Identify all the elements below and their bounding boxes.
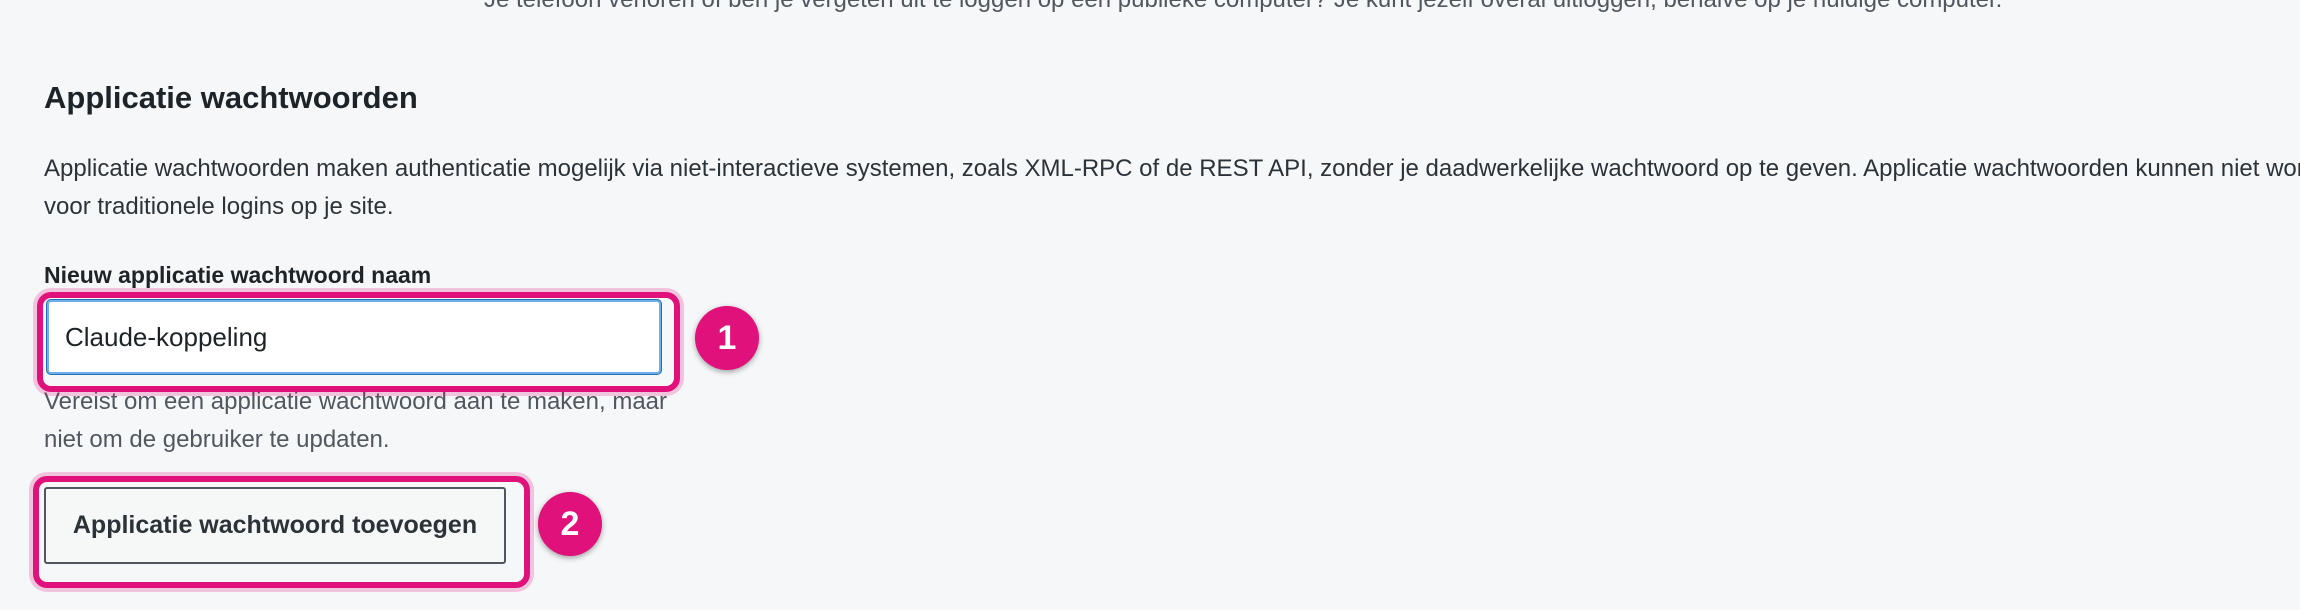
section-description: Applicatie wachtwoorden maken authentica… [44,155,2300,220]
step-marker-2: 2 [538,492,602,556]
new-app-password-name-input[interactable] [47,300,661,374]
sessions-note: Je telefoon verloren of ben je vergeten … [484,0,2002,14]
new-app-password-name-label: Nieuw applicatie wachtwoord naam [44,262,432,288]
step-marker-1: 1 [695,306,759,370]
input-help-text: Vereist om een applicatie wachtwoord aan… [44,388,668,453]
application-passwords-page: Je telefoon verloren of ben je vergeten … [0,0,2300,610]
add-application-password-button[interactable]: Applicatie wachtwoord toevoegen [44,487,506,564]
section-title: Applicatie wachtwoorden [44,80,418,115]
